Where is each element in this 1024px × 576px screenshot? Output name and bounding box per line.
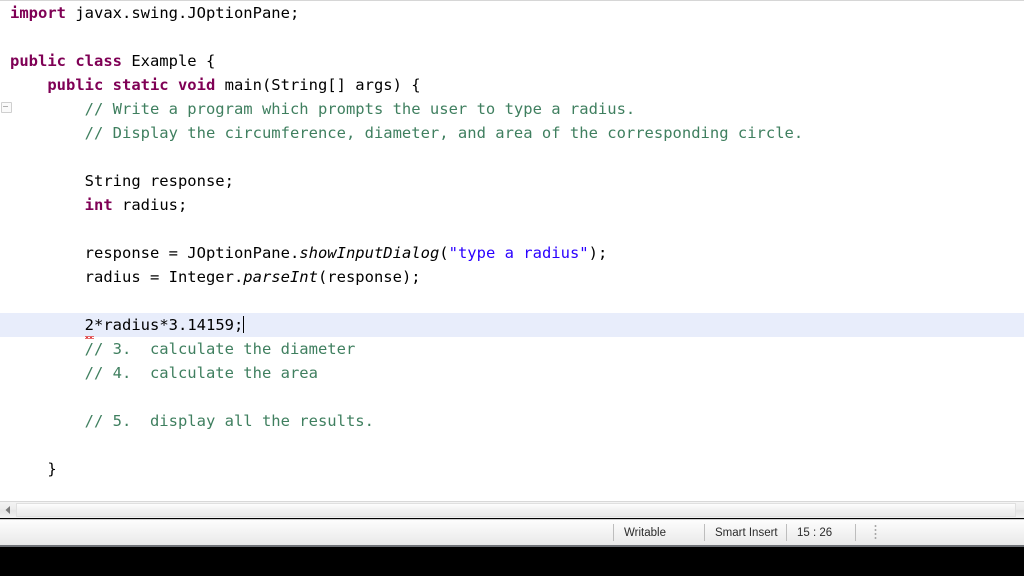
code-token-mth: parseInt xyxy=(243,268,318,286)
code-token-plain: (response); xyxy=(317,268,421,286)
code-line[interactable] xyxy=(0,145,1024,169)
code-token-plain: String response; xyxy=(10,172,234,190)
code-line[interactable]: // Write a program which prompts the use… xyxy=(0,97,1024,121)
code-line[interactable]: radius = Integer.parseInt(response); xyxy=(0,265,1024,289)
letterbox-bar xyxy=(0,545,1024,576)
text-cursor xyxy=(243,316,245,333)
status-insert-mode[interactable]: Smart Insert xyxy=(715,525,778,541)
code-token-plain: javax.swing.JOptionPane; xyxy=(66,4,300,22)
code-line[interactable]: // 5. display all the results. xyxy=(0,409,1024,433)
scroll-left-arrow-icon[interactable] xyxy=(2,504,15,516)
code-token-cmt: // Write a program which prompts the use… xyxy=(10,100,636,118)
status-divider xyxy=(786,524,787,541)
code-token-kw: import xyxy=(10,4,66,22)
code-token-mth: showInputDialog xyxy=(299,244,440,262)
code-token-plain: radius = Integer. xyxy=(10,268,244,286)
code-line[interactable]: // Display the circumference, diameter, … xyxy=(0,121,1024,145)
code-line[interactable]: // 4. calculate the area xyxy=(0,361,1024,385)
code-line[interactable] xyxy=(0,433,1024,457)
status-writable: Writable xyxy=(624,527,666,539)
code-line[interactable]: import javax.swing.JOptionPane; xyxy=(0,1,1024,25)
code-line[interactable]: public class Example { xyxy=(0,49,1024,73)
code-token-plain: main(String[] args) { xyxy=(215,76,421,94)
resize-grip-icon[interactable] xyxy=(874,524,877,541)
code-token-plain: ); xyxy=(588,244,608,262)
horizontal-scrollbar-thumb[interactable] xyxy=(16,503,1016,517)
code-line[interactable]: response = JOptionPane.showInputDialog("… xyxy=(0,241,1024,265)
code-content[interactable]: import javax.swing.JOptionPane; public cl… xyxy=(0,1,1024,501)
code-line[interactable]: public static void main(String[] args) { xyxy=(0,73,1024,97)
horizontal-scrollbar[interactable] xyxy=(0,501,1024,518)
code-token-kw: int xyxy=(84,196,113,214)
code-token-plain: } xyxy=(10,460,57,478)
code-line[interactable]: } xyxy=(0,457,1024,481)
status-bar: Writable Smart Insert 15 : 26 xyxy=(0,519,1024,545)
status-cursor-position: 15 : 26 xyxy=(797,527,833,539)
status-divider xyxy=(855,524,856,541)
code-line[interactable] xyxy=(0,217,1024,241)
code-line[interactable]: // 3. calculate the diameter xyxy=(0,337,1024,361)
status-divider xyxy=(704,524,705,541)
ide-window: import javax.swing.JOptionPane; public cl… xyxy=(0,0,1024,576)
code-token-plain: ( xyxy=(439,244,449,262)
code-token-plain: Example { xyxy=(121,52,216,70)
code-line[interactable]: int radius; xyxy=(0,193,1024,217)
letterbox-top-rule xyxy=(0,545,1024,547)
code-token-cmt: // Display the circumference, diameter, … xyxy=(10,124,804,142)
code-line[interactable] xyxy=(0,385,1024,409)
code-line[interactable] xyxy=(0,289,1024,313)
code-token-str: "type a radius" xyxy=(448,244,589,262)
code-line[interactable] xyxy=(0,25,1024,49)
code-token-plain: *radius*3.14159; xyxy=(94,316,244,334)
code-token-cmt: // 3. calculate the diameter xyxy=(10,340,356,358)
code-token-cmt: // 4. calculate the area xyxy=(10,364,318,382)
status-divider xyxy=(613,524,614,541)
code-token-kw: public static void xyxy=(47,76,216,94)
code-editor-area[interactable]: import javax.swing.JOptionPane; public cl… xyxy=(0,0,1024,501)
code-token-kw: public class xyxy=(10,52,122,70)
code-token-err: 2 xyxy=(84,313,94,339)
code-token-cmt: // 5. display all the results. xyxy=(10,412,374,430)
code-line-current[interactable]: 2*radius*3.14159; xyxy=(0,313,1024,337)
code-token-plain: response = JOptionPane. xyxy=(10,244,300,262)
code-token-plain: radius; xyxy=(112,196,188,214)
code-line[interactable]: String response; xyxy=(0,169,1024,193)
